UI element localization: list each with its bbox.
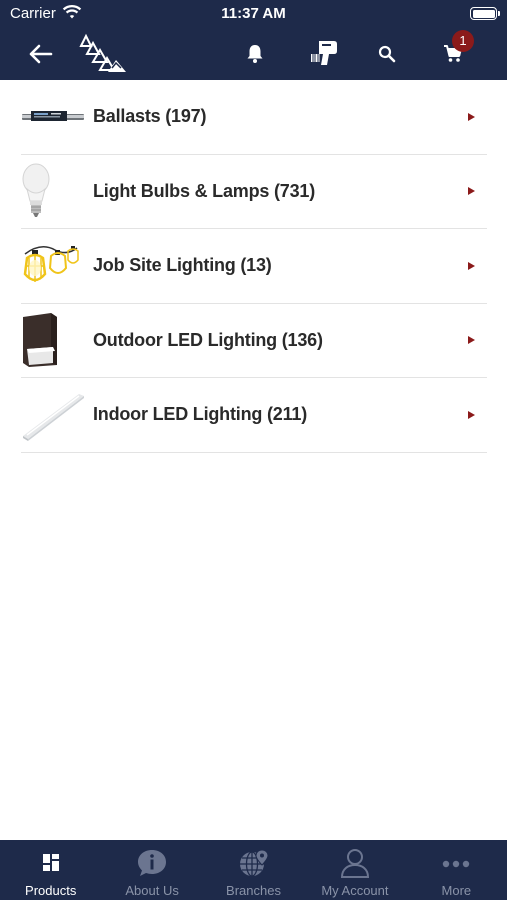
category-label: Outdoor LED Lighting (136)	[93, 329, 323, 350]
info-bubble-icon	[138, 850, 167, 876]
chevron-right-icon	[468, 410, 475, 419]
category-list: Ballasts (197) Light Bulbs & Lamps (731)	[21, 80, 487, 453]
search-button[interactable]	[372, 40, 402, 68]
tab-about-us[interactable]: About Us	[101, 840, 202, 900]
bell-icon	[247, 45, 263, 63]
notifications-button[interactable]	[240, 40, 270, 68]
category-label: Light Bulbs & Lamps (731)	[93, 180, 316, 201]
indoor-strip-light-thumbnail	[21, 385, 87, 445]
mountain-logo-icon	[79, 33, 126, 72]
ballast-thumbnail	[21, 87, 87, 147]
category-row-job-site-lighting[interactable]: Job Site Lighting (13)	[21, 229, 487, 304]
category-row-ballasts[interactable]: Ballasts (197)	[21, 80, 487, 155]
back-button[interactable]	[24, 40, 58, 68]
tab-more[interactable]: More	[406, 840, 507, 900]
job-site-light-thumbnail	[21, 236, 87, 296]
tab-branches[interactable]: Branches	[203, 840, 304, 900]
tab-label: About Us	[125, 883, 179, 898]
tab-label: My Account	[321, 883, 389, 898]
category-row-outdoor-led[interactable]: Outdoor LED Lighting (136)	[21, 304, 487, 378]
scan-button[interactable]	[305, 34, 343, 72]
person-icon	[340, 849, 369, 878]
top-bar: Carrier 11:37 AM 1	[0, 0, 507, 80]
category-row-light-bulbs[interactable]: Light Bulbs & Lamps (731)	[21, 155, 487, 229]
chevron-right-icon	[468, 112, 475, 121]
tab-products[interactable]: Products	[0, 840, 101, 900]
category-label: Job Site Lighting (13)	[93, 255, 272, 276]
status-bar: Carrier 11:37 AM	[0, 0, 507, 30]
barcode-scanner-icon	[311, 41, 337, 65]
more-dots-icon	[443, 860, 470, 868]
globe-pin-icon	[239, 849, 269, 877]
tab-label: Products	[25, 883, 77, 898]
battery-icon	[470, 7, 500, 20]
grid-icon	[42, 854, 59, 871]
status-time: 11:37 AM	[221, 5, 286, 22]
search-icon	[378, 45, 396, 63]
cart-badge: 1	[452, 30, 474, 52]
tab-my-account[interactable]: My Account	[304, 840, 405, 900]
category-row-indoor-led[interactable]: Indoor LED Lighting (211)	[21, 378, 487, 453]
tab-bar: Products About Us Branches My Account Mo…	[0, 840, 507, 900]
chevron-right-icon	[468, 187, 475, 196]
tab-label: More	[441, 883, 472, 898]
logo[interactable]	[78, 32, 130, 74]
category-label: Indoor LED Lighting (211)	[93, 404, 307, 425]
back-arrow-icon	[29, 44, 53, 64]
chevron-right-icon	[468, 336, 475, 345]
light-bulb-thumbnail	[21, 161, 87, 221]
category-label: Ballasts (197)	[93, 106, 207, 127]
tab-label: Branches	[226, 883, 281, 898]
outdoor-wall-pack-thumbnail	[21, 310, 87, 370]
chevron-right-icon	[468, 261, 475, 270]
nav-row: 1	[0, 30, 507, 80]
